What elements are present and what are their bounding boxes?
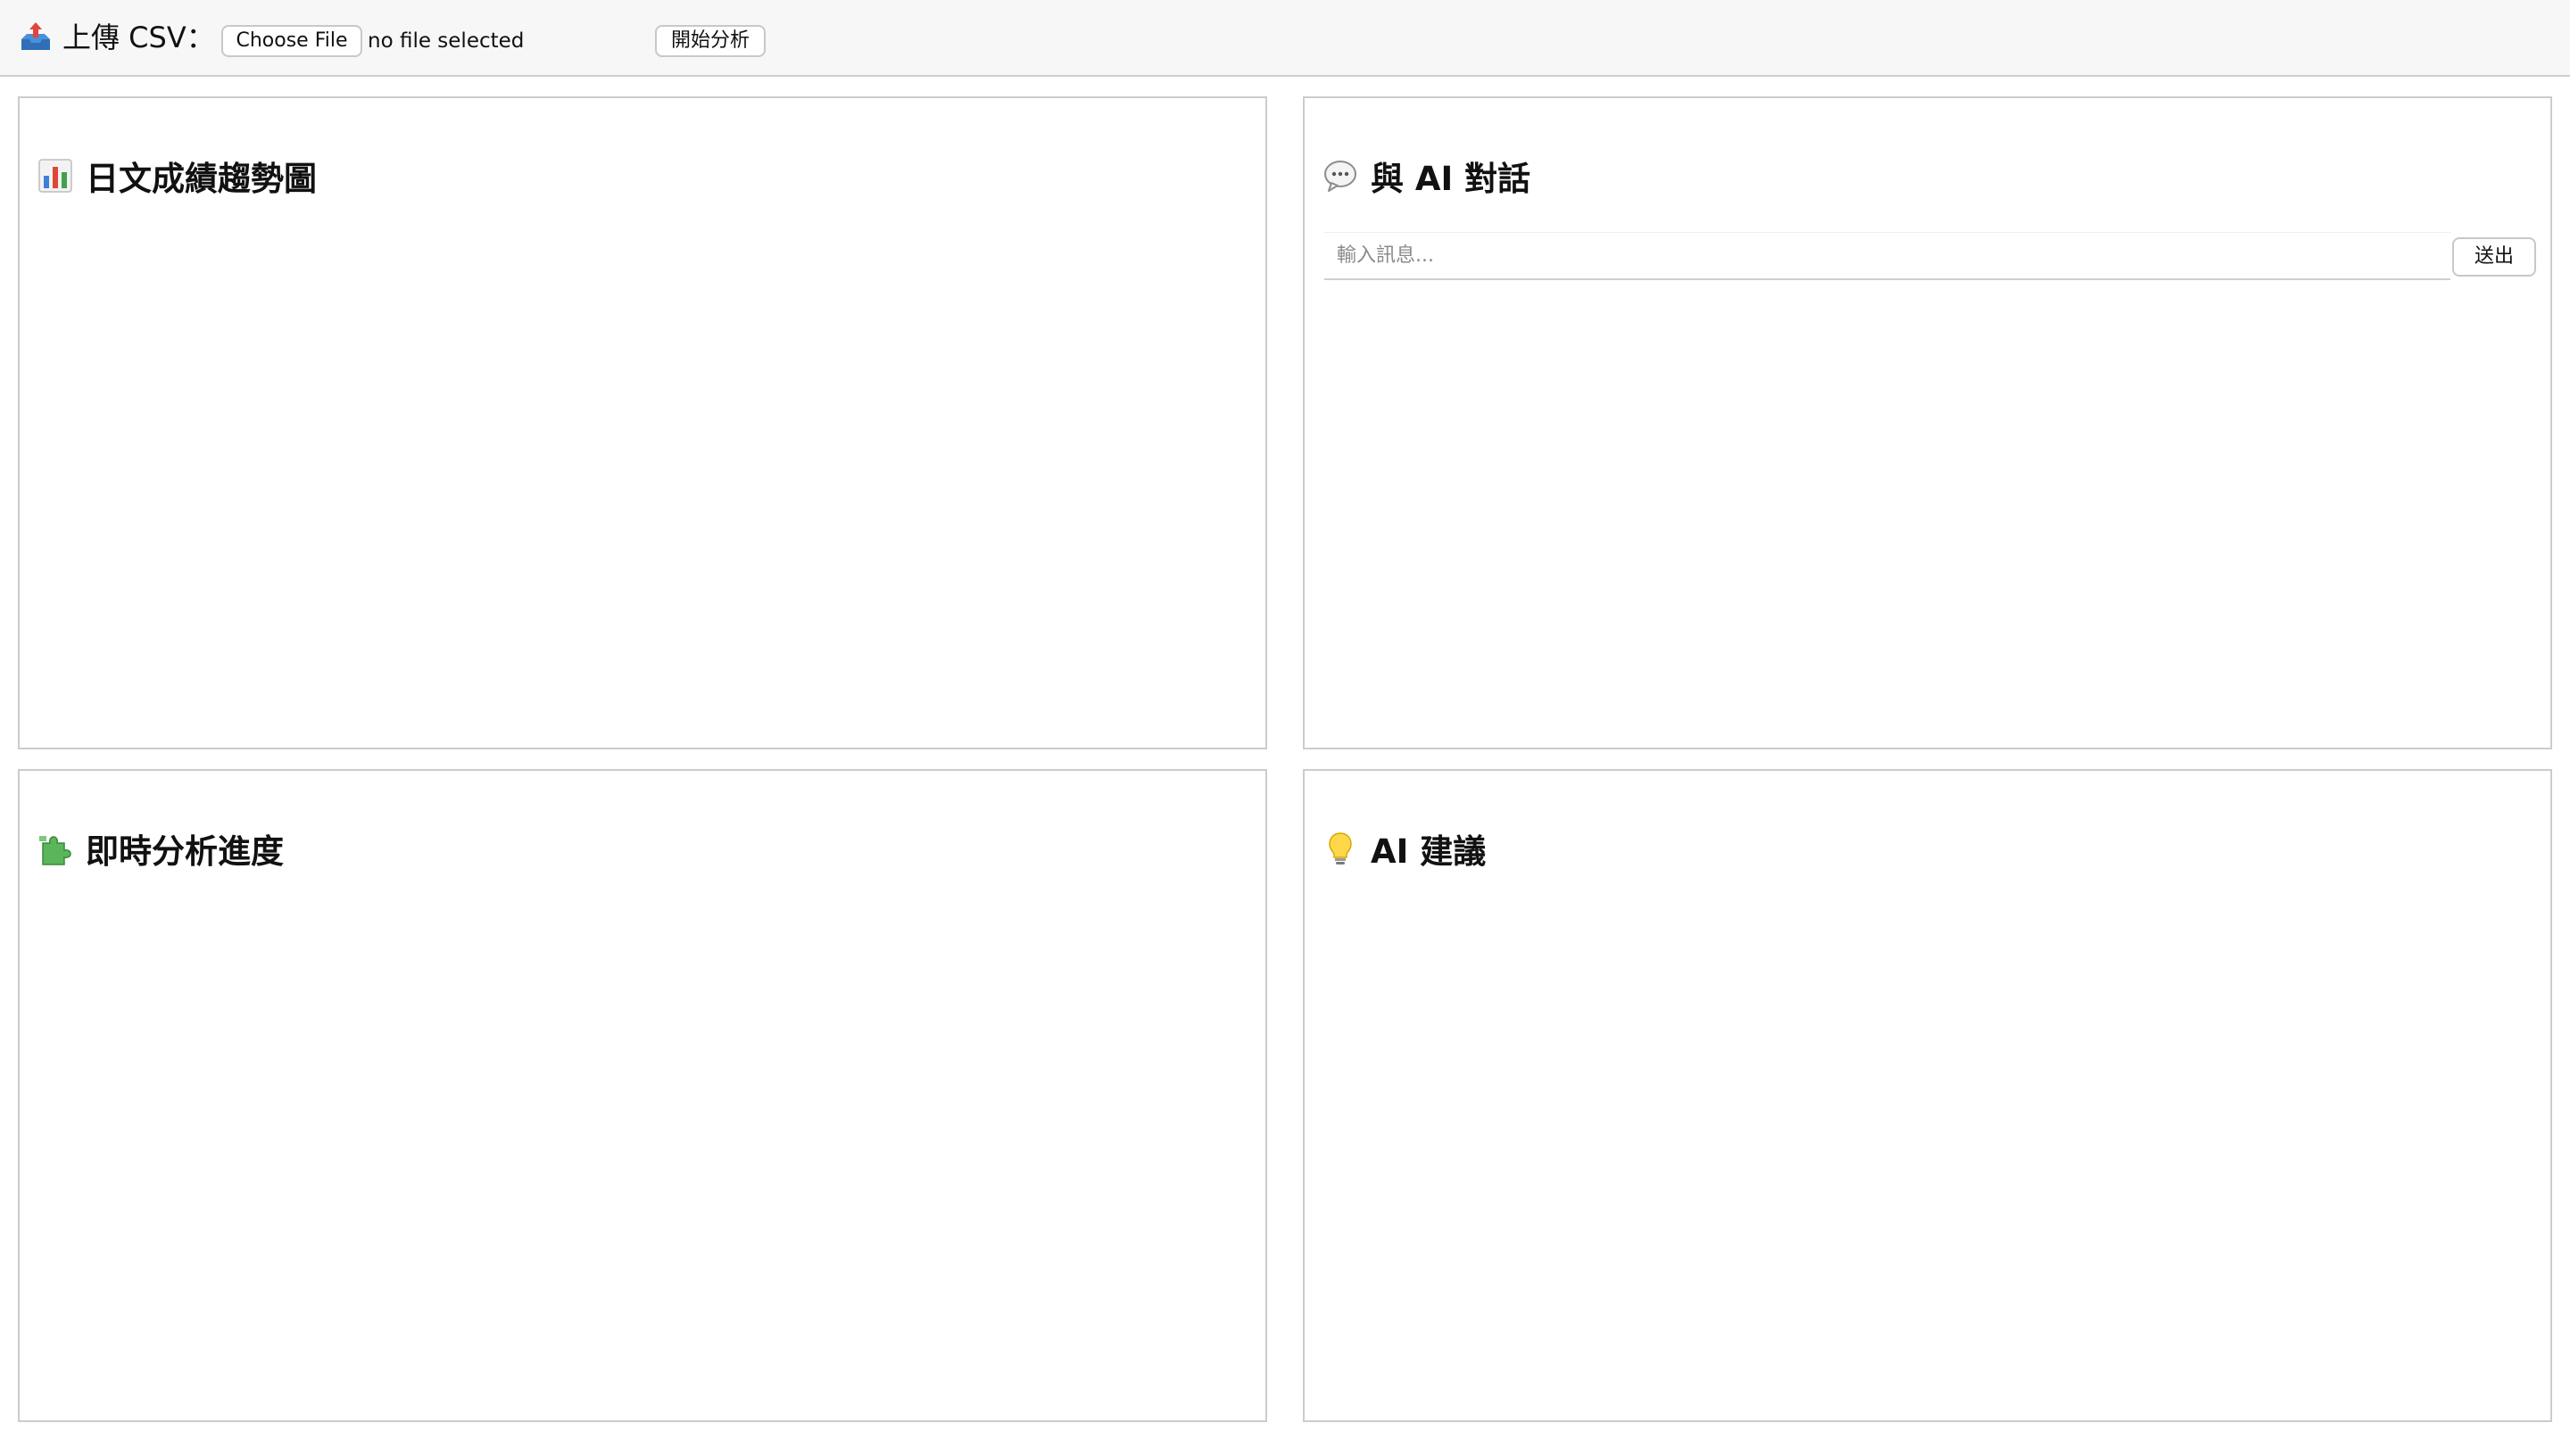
ai-advice-content (1322, 896, 2533, 1402)
score-trend-title: 日文成績趨勢圖 (37, 152, 317, 200)
upload-label-text: 上傳 CSV： (62, 21, 215, 54)
ai-chat-panel: 與 AI 對話 送出 (1303, 96, 2552, 749)
score-trend-title-text: 日文成績趨勢圖 (86, 160, 317, 198)
score-trend-chart-area (37, 223, 1248, 730)
ai-advice-title-text: AI 建議 (1371, 832, 1487, 871)
ai-advice-panel: AI 建議 (1303, 769, 2552, 1422)
chat-message-log (1322, 298, 2533, 730)
upload-label: 上傳 CSV： (18, 18, 215, 57)
start-analysis-button[interactable]: 開始分析 (655, 25, 766, 57)
file-status-text: no file selected (368, 29, 525, 53)
speech-bubble-icon (1322, 158, 1358, 194)
analysis-progress-title: 即時分析進度 (37, 824, 284, 873)
inbox-tray-icon (18, 20, 54, 55)
lightbulb-icon (1322, 831, 1358, 866)
puzzle-piece-icon (37, 831, 73, 866)
chat-message-input[interactable] (1324, 232, 2450, 280)
choose-file-button[interactable]: Choose File (221, 25, 362, 57)
upload-toolbar: 上傳 CSV： Choose File no file selected 開始分… (0, 0, 2570, 77)
analysis-progress-panel: 即時分析進度 (18, 769, 1267, 1422)
ai-advice-title: AI 建議 (1322, 824, 1486, 873)
ai-chat-title-text: 與 AI 對話 (1371, 160, 1531, 198)
send-button[interactable]: 送出 (2452, 237, 2536, 277)
analysis-progress-title-text: 即時分析進度 (86, 832, 284, 871)
ai-chat-title: 與 AI 對話 (1322, 152, 1530, 200)
bar-chart-icon (37, 158, 73, 194)
score-trend-panel: 日文成績趨勢圖 (18, 96, 1267, 749)
analysis-progress-content (37, 896, 1248, 1402)
